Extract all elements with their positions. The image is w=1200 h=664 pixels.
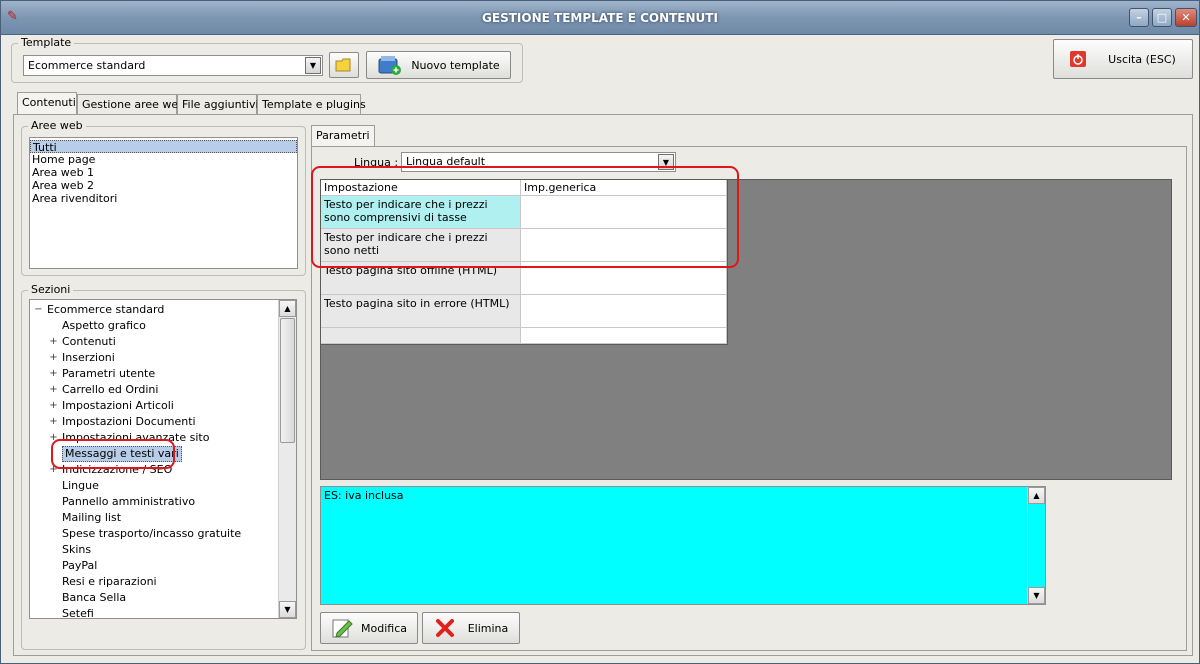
expand-icon[interactable]: + bbox=[49, 369, 58, 379]
power-icon bbox=[1070, 51, 1087, 67]
template-select-value: Ecommerce standard bbox=[28, 59, 146, 72]
tree-item[interactable]: Inserzioni bbox=[62, 350, 115, 366]
elimina-label: Elimina bbox=[467, 621, 509, 635]
tree-item[interactable]: Ecommerce standard bbox=[47, 302, 164, 318]
tab-contenuti[interactable]: Contenuti bbox=[17, 92, 77, 114]
table-row-name[interactable] bbox=[321, 328, 521, 344]
new-template-label: Nuovo template bbox=[411, 58, 500, 72]
aree-web-label: Aree web bbox=[28, 119, 86, 132]
tab-parametri[interactable]: Parametri bbox=[311, 125, 375, 147]
list-item[interactable]: Area web 1 bbox=[30, 166, 297, 179]
list-item[interactable]: Tutti bbox=[30, 140, 297, 154]
tree-item[interactable]: Banca Sella bbox=[62, 590, 126, 606]
tree-item[interactable]: PayPal bbox=[62, 558, 97, 574]
new-template-icon bbox=[378, 56, 402, 75]
window-title: GESTIONE TEMPLATE E CONTENUTI bbox=[482, 11, 718, 25]
tree-item[interactable]: Setefi bbox=[62, 606, 94, 618]
edit-icon bbox=[332, 619, 353, 638]
table-row-name[interactable]: Testo pagina sito in errore (HTML) bbox=[321, 295, 521, 328]
exit-label: Uscita (ESC) bbox=[1108, 52, 1176, 66]
tab-gestione-aree-web[interactable]: Gestione aree web bbox=[77, 94, 185, 114]
preview-text: ES: iva inclusa bbox=[324, 489, 404, 502]
tree-item[interactable]: Impostazioni Articoli bbox=[62, 398, 174, 414]
tree-item[interactable]: Parametri utente bbox=[62, 366, 155, 382]
list-item[interactable]: Home page bbox=[30, 153, 297, 166]
tree-item[interactable]: Skins bbox=[62, 542, 91, 558]
collapse-icon[interactable]: − bbox=[34, 305, 43, 315]
sezioni-scrollbar[interactable]: ▲ ▼ bbox=[278, 300, 296, 618]
scroll-thumb[interactable] bbox=[280, 318, 295, 443]
minimize-button[interactable]: – bbox=[1129, 8, 1149, 27]
sezioni-label: Sezioni bbox=[28, 283, 74, 296]
list-item[interactable]: Area web 2 bbox=[30, 179, 297, 192]
template-select[interactable]: Ecommerce standard ▼ bbox=[23, 55, 323, 76]
open-folder-button[interactable] bbox=[329, 52, 359, 78]
tree-item[interactable]: Resi e riparazioni bbox=[62, 574, 157, 590]
expand-icon[interactable]: + bbox=[49, 401, 58, 411]
elimina-button[interactable]: Elimina bbox=[422, 612, 520, 644]
tab-template-plugins[interactable]: Template e plugins bbox=[257, 94, 366, 114]
main-window: ✎ GESTIONE TEMPLATE E CONTENUTI – □ ✕ Te… bbox=[0, 0, 1200, 664]
modifica-button[interactable]: Modifica bbox=[320, 612, 418, 644]
tree-item[interactable]: Spese trasporto/incasso gratuite bbox=[62, 526, 241, 542]
highlight-grid-rows bbox=[311, 166, 739, 268]
close-button[interactable]: ✕ bbox=[1175, 8, 1197, 27]
tree-item[interactable]: Pannello amministrativo bbox=[62, 494, 195, 510]
table-row-value[interactable] bbox=[521, 328, 727, 344]
template-group-label: Template bbox=[18, 36, 75, 49]
chevron-down-icon[interactable]: ▼ bbox=[305, 57, 321, 74]
folder-icon bbox=[335, 58, 351, 72]
expand-icon[interactable]: + bbox=[49, 353, 58, 363]
new-template-button[interactable]: Nuovo template bbox=[366, 51, 511, 79]
scroll-up-icon[interactable]: ▲ bbox=[1028, 487, 1045, 504]
expand-icon[interactable]: + bbox=[49, 385, 58, 395]
preview-scrollbar[interactable]: ▲ ▼ bbox=[1027, 487, 1045, 604]
expand-icon[interactable]: + bbox=[49, 337, 58, 347]
maximize-button[interactable]: □ bbox=[1152, 8, 1172, 27]
tree-item[interactable]: Lingue bbox=[62, 478, 99, 494]
tab-file-aggiuntivi[interactable]: File aggiuntivi bbox=[177, 94, 259, 114]
expand-icon[interactable]: + bbox=[49, 417, 58, 427]
tree-item[interactable]: Carrello ed Ordini bbox=[62, 382, 158, 398]
tree-item[interactable]: Contenuti bbox=[62, 334, 116, 350]
modifica-label: Modifica bbox=[361, 621, 407, 635]
tree-item[interactable]: Aspetto grafico bbox=[62, 318, 146, 334]
table-row-value[interactable] bbox=[521, 295, 727, 328]
aree-web-list[interactable]: Tutti Home page Area web 1 Area web 2 Ar… bbox=[29, 137, 298, 269]
preview-textarea[interactable]: ES: iva inclusa bbox=[320, 486, 1046, 605]
title-bar: ✎ GESTIONE TEMPLATE E CONTENUTI – □ ✕ bbox=[1, 1, 1199, 35]
scroll-down-icon[interactable]: ▼ bbox=[279, 601, 296, 618]
exit-button[interactable]: Uscita (ESC) bbox=[1053, 39, 1193, 79]
tree-item[interactable]: Impostazioni Documenti bbox=[62, 414, 196, 430]
scroll-down-icon[interactable]: ▼ bbox=[1028, 587, 1045, 604]
list-item[interactable]: Area rivenditori bbox=[30, 192, 297, 205]
tree-item[interactable]: Mailing list bbox=[62, 510, 121, 526]
highlight-sezione bbox=[51, 439, 175, 469]
scroll-up-icon[interactable]: ▲ bbox=[279, 300, 296, 317]
delete-x-icon bbox=[435, 619, 454, 637]
